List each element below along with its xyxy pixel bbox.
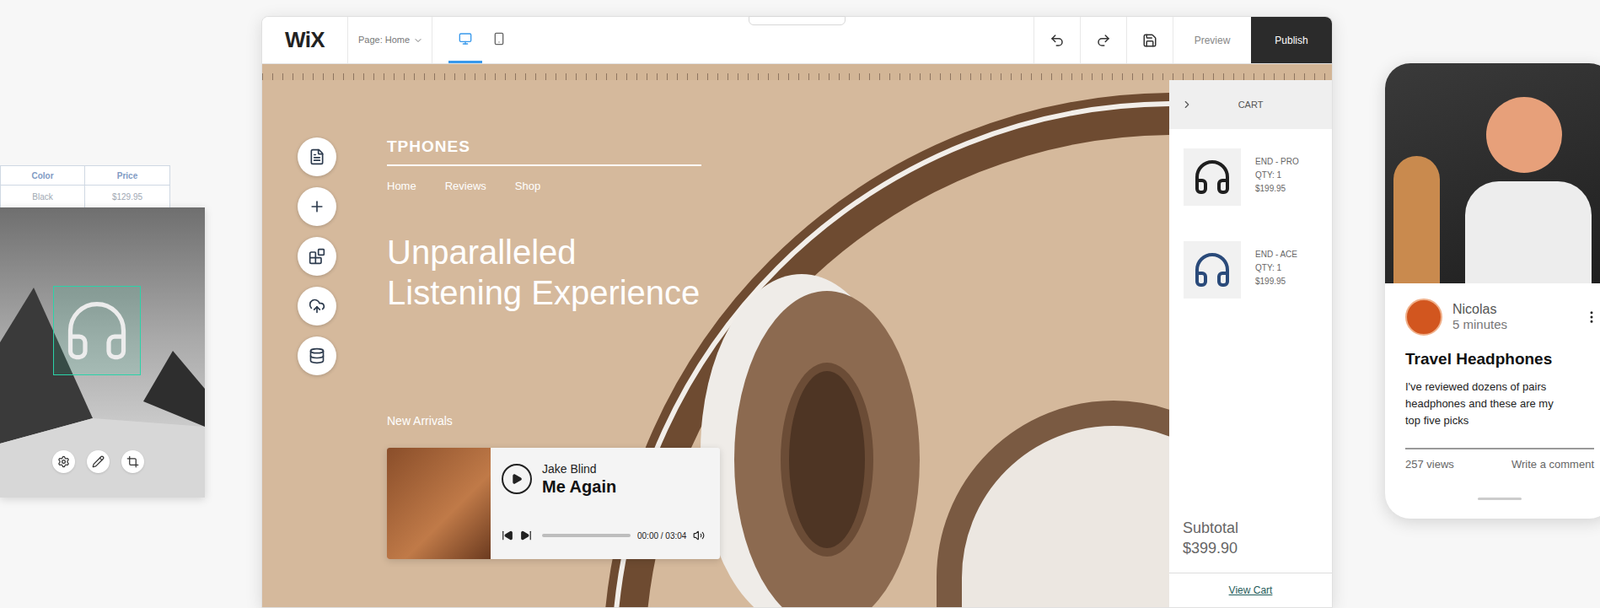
gear-icon	[57, 455, 70, 468]
headphones-icon	[61, 295, 133, 366]
next-icon[interactable]	[520, 529, 532, 542]
tool-button[interactable]	[86, 450, 110, 473]
author-name[interactable]: Nicolas	[1452, 301, 1574, 317]
item-name: END - PRO	[1255, 155, 1300, 169]
desktop-icon	[458, 32, 473, 46]
selection-box[interactable]	[53, 285, 141, 376]
chevron-down-icon	[413, 35, 424, 46]
upload-icon	[308, 297, 326, 315]
progress-bar[interactable]	[542, 533, 631, 537]
play-icon	[510, 472, 523, 485]
table-header: Price	[85, 166, 170, 185]
image-tools	[52, 450, 145, 473]
home-indicator	[1477, 497, 1522, 500]
headphones-icon	[1191, 156, 1233, 198]
comment-link[interactable]: Write a comment	[1511, 456, 1595, 473]
item-qty: QTY: 1	[1255, 168, 1300, 183]
section-title: New Arrivals	[386, 412, 720, 430]
tool-button[interactable]	[297, 336, 337, 376]
brand-underline	[386, 164, 702, 167]
tool-button[interactable]	[297, 286, 337, 326]
item-name: END - ACE	[1255, 247, 1298, 262]
crop-icon	[126, 455, 140, 468]
save-button[interactable]	[1126, 16, 1173, 64]
cart-item[interactable]: END - PROQTY: 1$199.95	[1183, 148, 1318, 206]
site-nav: Home Reviews Shop	[386, 177, 720, 195]
post-excerpt: I've reviewed dozens of pairs headphones…	[1405, 378, 1566, 430]
tool-button[interactable]	[52, 450, 76, 473]
add-icon	[308, 198, 326, 215]
item-price: $199.95	[1255, 274, 1298, 289]
cover-photo	[386, 447, 491, 559]
post-title[interactable]: Travel Headphones	[1405, 347, 1595, 372]
item-qty: QTY: 1	[1255, 261, 1298, 275]
subtotal-label: Subtotal	[1182, 517, 1319, 538]
view-mode-button[interactable]	[448, 16, 483, 64]
previous-icon[interactable]	[501, 529, 514, 542]
cart-item[interactable]: END - ACEQTY: 1$199.95	[1183, 241, 1318, 299]
editor-side-tools	[262, 80, 337, 559]
redo-icon	[1095, 32, 1112, 49]
collapse-handle[interactable]	[748, 16, 846, 26]
save-icon	[1142, 32, 1158, 49]
table-header: Color	[0, 166, 86, 185]
subtotal-value: $399.90	[1182, 537, 1319, 559]
tool-button[interactable]	[297, 187, 337, 226]
post-time: 5 minutes	[1452, 316, 1574, 333]
site-canvas: TPHONES Home Reviews Shop UnparalleledListen…	[262, 80, 1170, 607]
headphones-icon	[1191, 249, 1233, 290]
cart-panel: CARTEND - PROQTY: 1$199.95END - ACEQTY: …	[1169, 80, 1332, 607]
music-player: Jake BlindMe Again 00:00 / 03:04	[386, 447, 720, 559]
pages-icon	[308, 148, 326, 166]
tool-button[interactable]	[121, 450, 145, 473]
undo-icon	[1049, 32, 1065, 49]
chevron-right-icon[interactable]	[1181, 98, 1193, 111]
track-title: Me Again	[542, 476, 617, 497]
nav-link[interactable]: Home	[386, 177, 417, 195]
product-photo	[1183, 241, 1241, 299]
nav-link[interactable]: Reviews	[445, 177, 487, 195]
view-count: 257 views	[1405, 456, 1455, 473]
editor-window: WiXPage: Home PreviewPublish TPHONES Home Re…	[261, 16, 1333, 608]
wix-logo[interactable]: WiX	[262, 16, 349, 64]
table-cell: Black	[0, 185, 86, 208]
volume-icon[interactable]	[692, 529, 705, 542]
spec-table: ColorPriceBlack$129.95	[0, 165, 171, 209]
track-time: 00:00 / 03:04	[637, 529, 687, 543]
play-button[interactable]	[501, 463, 532, 494]
headline: UnparalleledListening Experience	[386, 231, 720, 313]
tool-button[interactable]	[297, 236, 337, 276]
database-icon	[308, 347, 326, 365]
tool-button[interactable]	[297, 137, 337, 177]
product-photo	[1183, 148, 1241, 206]
ruler	[262, 64, 1332, 81]
image-card[interactable]	[0, 207, 205, 498]
mobile-icon	[492, 32, 506, 46]
phone-preview: Nicolas5 minutes Travel Headphones I've re…	[1385, 63, 1600, 519]
nav-link[interactable]: Shop	[515, 177, 541, 195]
apps-icon	[308, 247, 326, 265]
cart-title: CART	[1192, 97, 1309, 113]
table-row: Black$129.95	[0, 185, 170, 208]
table-cell: $129.95	[85, 185, 170, 208]
post-photo	[1385, 63, 1600, 284]
page-selector[interactable]: Page: Home	[348, 16, 433, 64]
preview-button[interactable]: Preview	[1172, 16, 1252, 64]
artist-name: Jake Blind	[542, 461, 617, 477]
undo-button[interactable]	[1033, 16, 1080, 64]
more-icon[interactable]	[1583, 309, 1600, 325]
cart-header: CART	[1169, 80, 1332, 129]
site-brand[interactable]: TPHONES	[386, 137, 720, 156]
view-cart-link[interactable]: View Cart	[1229, 582, 1273, 598]
page: ColorPriceBlack$129.95 WiXPage: Home Previ…	[0, 0, 1600, 608]
publish-button[interactable]: Publish	[1251, 16, 1332, 64]
item-price: $199.95	[1255, 182, 1300, 196]
pencil-icon	[91, 455, 105, 468]
view-mode-button[interactable]	[482, 16, 516, 64]
redo-button[interactable]	[1079, 16, 1127, 64]
author-avatar[interactable]	[1405, 298, 1443, 336]
